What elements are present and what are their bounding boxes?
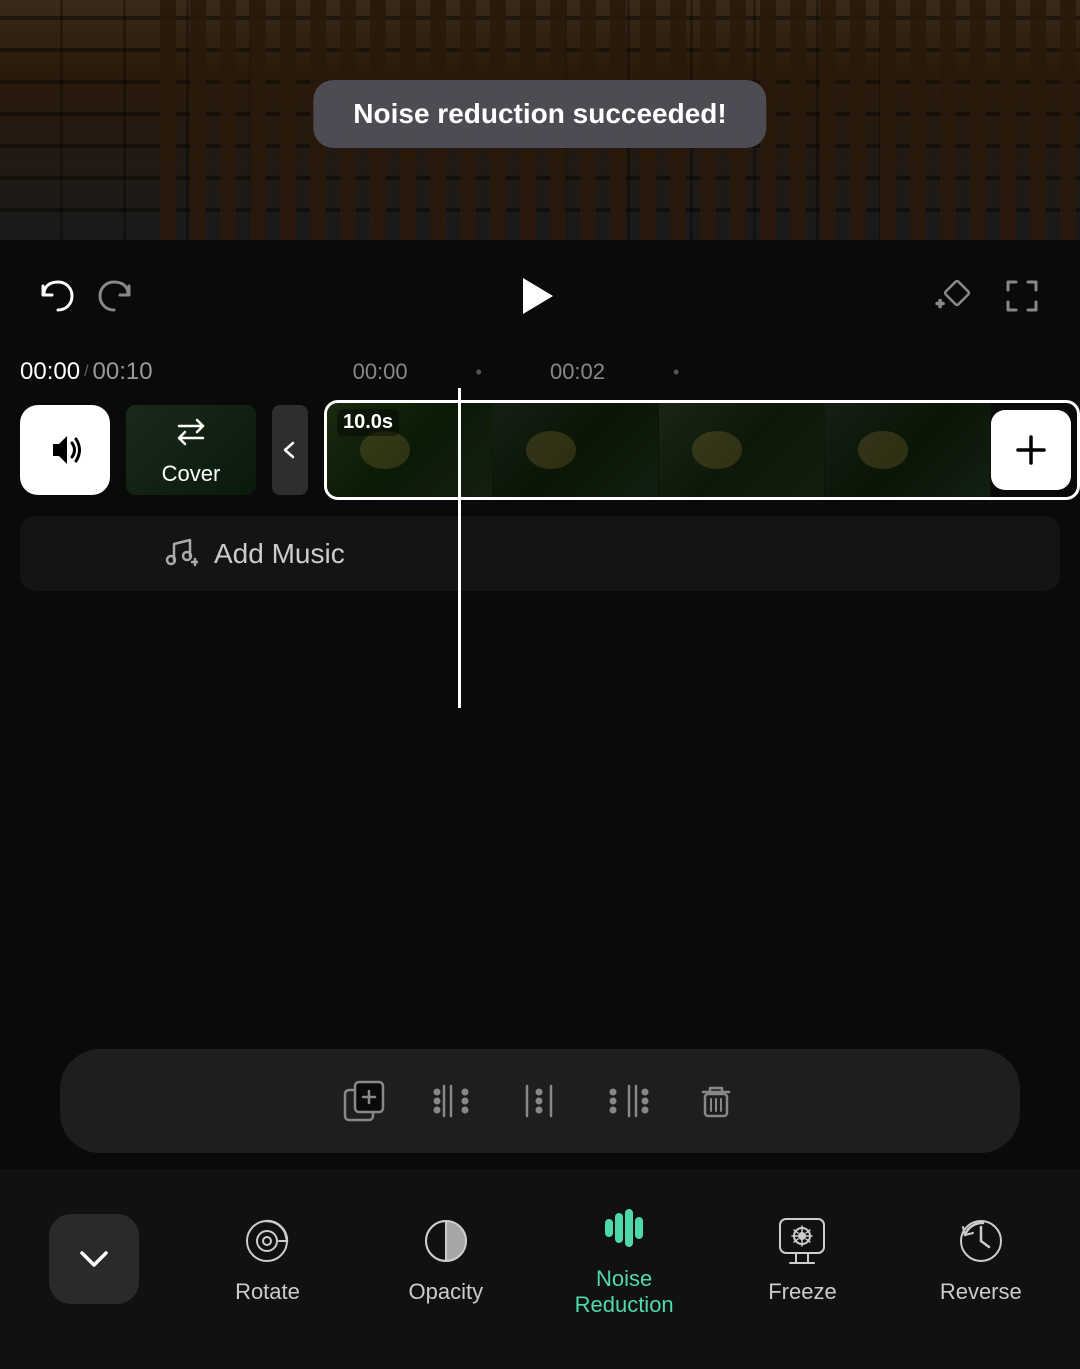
cover-arrows-icon: [173, 414, 209, 455]
toolbar-pills: [60, 1049, 1020, 1153]
reverse-action[interactable]: Reverse: [931, 1213, 1031, 1305]
video-clip-track[interactable]: 10.0s: [324, 400, 1080, 500]
noise-reduction-label: NoiseReduction: [575, 1266, 674, 1319]
add-music-icon: [160, 532, 198, 575]
add-clip-button[interactable]: [991, 410, 1071, 490]
reverse-label: Reverse: [940, 1279, 1022, 1305]
clip-duration: 10.0s: [337, 409, 399, 436]
play-button[interactable]: [499, 260, 571, 332]
time-total: 00:10: [93, 358, 153, 386]
delete-button[interactable]: [682, 1067, 750, 1135]
split-end-button[interactable]: [594, 1067, 662, 1135]
clip-toolbar: [0, 1033, 1080, 1169]
playback-controls: +: [0, 240, 1080, 352]
audio-track-row: Cover 10.0s: [0, 388, 1080, 512]
video-preview: Noise reduction succeeded!: [0, 0, 1080, 240]
playhead: [458, 388, 461, 708]
rotate-action[interactable]: Rotate: [217, 1213, 317, 1305]
cover-label: Cover: [162, 461, 221, 487]
clip-frames: [327, 403, 991, 497]
opacity-label: Opacity: [409, 1279, 484, 1305]
time-separator: /: [84, 363, 88, 381]
undo-button[interactable]: [30, 268, 86, 324]
time-mark-2: 00:02: [550, 359, 605, 385]
add-music-label[interactable]: Add Music: [214, 538, 345, 570]
noise-reduction-action[interactable]: NoiseReduction: [574, 1200, 674, 1319]
time-mark-0: 00:00: [353, 359, 408, 385]
time-current: 00:00: [20, 358, 80, 386]
freeze-label: Freeze: [768, 1279, 836, 1305]
clip-frame-2: [493, 403, 659, 497]
fullscreen-button[interactable]: [994, 268, 1050, 324]
rotate-label: Rotate: [235, 1279, 300, 1305]
svg-text:+: +: [936, 295, 944, 311]
split-button[interactable]: [506, 1067, 574, 1135]
collapse-track-button[interactable]: [272, 405, 308, 495]
bottom-action-bar: Rotate Opacity NoiseReduction: [0, 1169, 1080, 1369]
add-keyframe-button[interactable]: +: [928, 268, 984, 324]
time-dot-2: •: [673, 362, 679, 383]
audio-volume-button[interactable]: [20, 405, 110, 495]
clip-frame-4: [825, 403, 991, 497]
toast-notification: Noise reduction succeeded!: [313, 80, 766, 148]
time-dot-1: •: [476, 362, 482, 383]
timeline-area: Cover 10.0s: [0, 388, 1080, 708]
collapse-panel-button[interactable]: [49, 1214, 139, 1304]
opacity-action[interactable]: Opacity: [396, 1213, 496, 1305]
duplicate-button[interactable]: [330, 1067, 398, 1135]
split-start-button[interactable]: [418, 1067, 486, 1135]
clip-frame-3: [659, 403, 825, 497]
toast-text: Noise reduction succeeded!: [353, 98, 726, 129]
freeze-action[interactable]: Freeze: [752, 1213, 852, 1305]
redo-button[interactable]: [86, 268, 142, 324]
cover-clip[interactable]: Cover: [126, 405, 256, 495]
